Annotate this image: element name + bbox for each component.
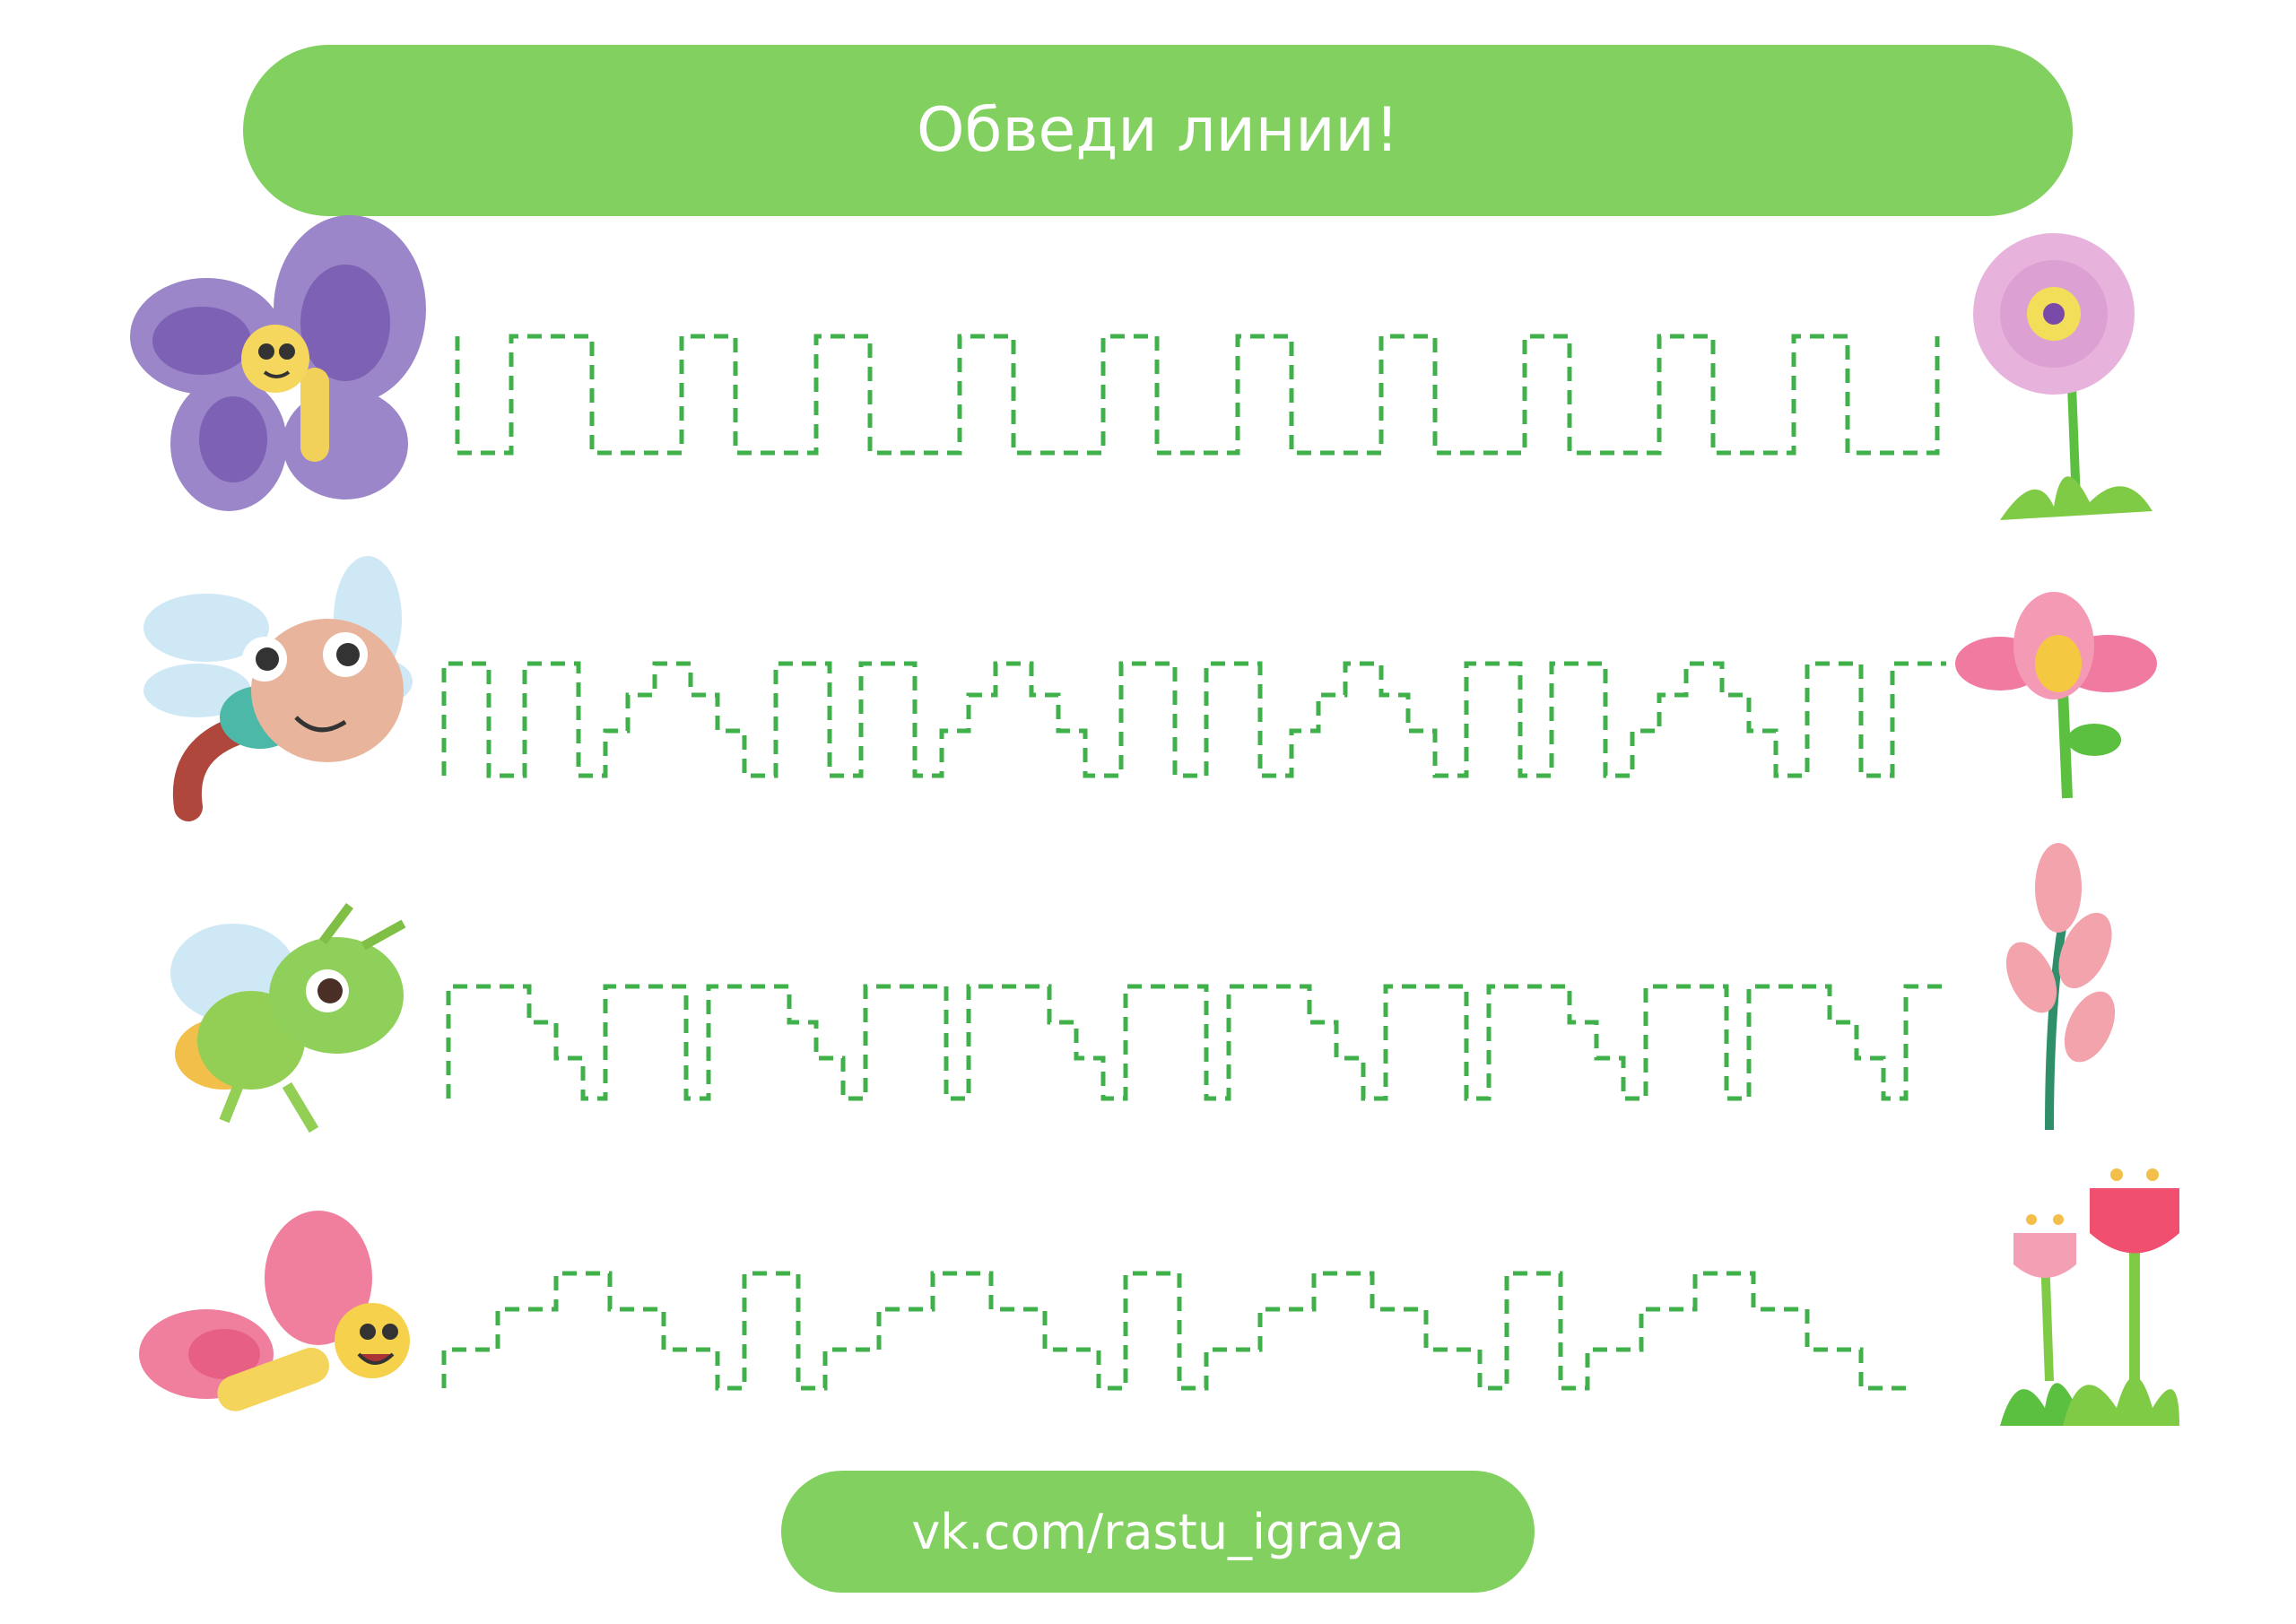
trace-line-3 [446,984,1946,1101]
purple-butterfly-icon [130,215,426,511]
trace-line-1 [455,334,1940,456]
footer-link-pill[interactable]: vk.com/rastu_igraya [781,1471,1535,1593]
grasshopper-icon [170,903,406,1133]
pink-tulip-icon [1955,592,2157,799]
trace-line-2 [441,661,1946,778]
dragonfly-icon [144,556,413,821]
flower-branch-icon [2005,843,2116,1131]
pink-butterfly-icon [139,1211,410,1411]
trace-line-4 [441,1271,1910,1391]
footer-link-text[interactable]: vk.com/rastu_igraya [911,1504,1404,1560]
tulips-icon [2000,1168,2179,1426]
pink-flower-icon [1973,233,2152,520]
worksheet-art [130,215,2179,1426]
